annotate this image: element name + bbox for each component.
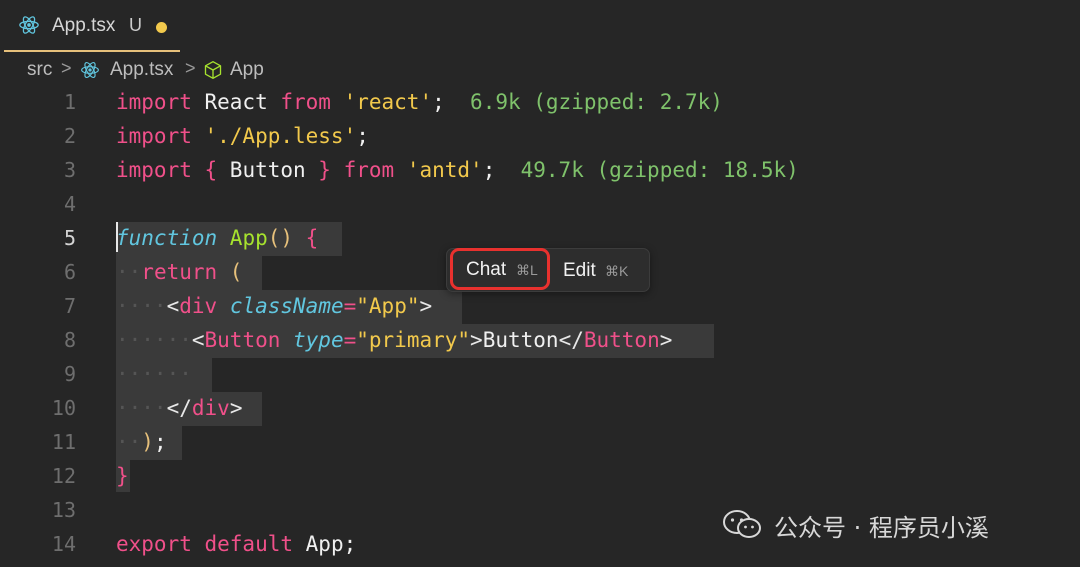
tab-bar: App.tsx U: [0, 0, 1080, 52]
line-number: 11: [51, 430, 76, 454]
chat-shortcut: ⌘L: [516, 262, 538, 278]
line-number: 8: [63, 328, 76, 352]
watermark-text: 公众号 · 程序员小溪: [774, 514, 989, 542]
breadcrumb-separator: >: [185, 58, 196, 78]
line-number: 13: [51, 498, 76, 522]
inline-action-popup: Chat ⌘L Edit ⌘K: [446, 248, 650, 292]
line-number-active: 5: [63, 226, 76, 250]
line-number: 1: [63, 90, 76, 114]
code-line-1[interactable]: import React from 'react'; 6.9k (gzipped…: [116, 85, 723, 119]
text-cursor: [116, 222, 118, 252]
code-line-11[interactable]: ··);: [116, 425, 167, 459]
code-line-5[interactable]: function App() {: [116, 221, 318, 255]
chat-button-label: Chat: [466, 259, 507, 280]
code-line-10[interactable]: ····</div>: [116, 391, 242, 425]
code-line-6[interactable]: ··return (: [116, 255, 242, 289]
line-number: 7: [63, 294, 76, 318]
line-number: 10: [51, 396, 76, 420]
code-line-14[interactable]: export default App;: [116, 527, 356, 561]
chat-button[interactable]: Chat ⌘L: [450, 248, 550, 290]
line-number: 14: [51, 532, 76, 556]
code-line-8[interactable]: ······<Button type="primary">Button</But…: [116, 323, 672, 357]
line-number: 2: [63, 124, 76, 148]
line-number: 12: [51, 464, 76, 488]
breadcrumb-symbol[interactable]: App: [230, 59, 264, 81]
unsaved-dot-icon[interactable]: [156, 22, 167, 33]
code-line-2[interactable]: import './App.less';: [116, 119, 369, 153]
symbol-component-icon: [204, 61, 222, 80]
line-number: 6: [63, 260, 76, 284]
tab-filename: App.tsx: [52, 15, 116, 36]
import-cost-annotation: 6.9k (gzipped: 2.7k): [444, 90, 723, 114]
git-status-badge: U: [129, 15, 142, 35]
breadcrumb-separator: >: [61, 58, 72, 78]
code-line-12[interactable]: }: [116, 459, 129, 493]
breadcrumb-file[interactable]: App.tsx: [110, 59, 173, 81]
code-line-3[interactable]: import { Button } from 'antd'; 49.7k (gz…: [116, 153, 799, 187]
react-icon: [19, 16, 39, 34]
edit-shortcut: ⌘K: [605, 263, 629, 279]
tab-app-tsx[interactable]: App.tsx U: [4, 0, 180, 52]
import-cost-annotation: 49.7k (gzipped: 18.5k): [495, 158, 799, 182]
code-line-7[interactable]: ····<div className="App">: [116, 289, 432, 323]
line-number: 3: [63, 158, 76, 182]
code-line-9[interactable]: ······: [116, 357, 192, 391]
react-icon: [81, 62, 99, 78]
breadcrumb-folder[interactable]: src: [27, 59, 52, 81]
edit-button-label: Edit: [563, 260, 596, 281]
line-number: 9: [63, 362, 76, 386]
edit-button[interactable]: Edit ⌘K: [555, 249, 647, 291]
wechat-icon: [723, 510, 761, 538]
breadcrumb: src > App.tsx > App: [0, 55, 1080, 85]
line-number: 4: [63, 192, 76, 216]
